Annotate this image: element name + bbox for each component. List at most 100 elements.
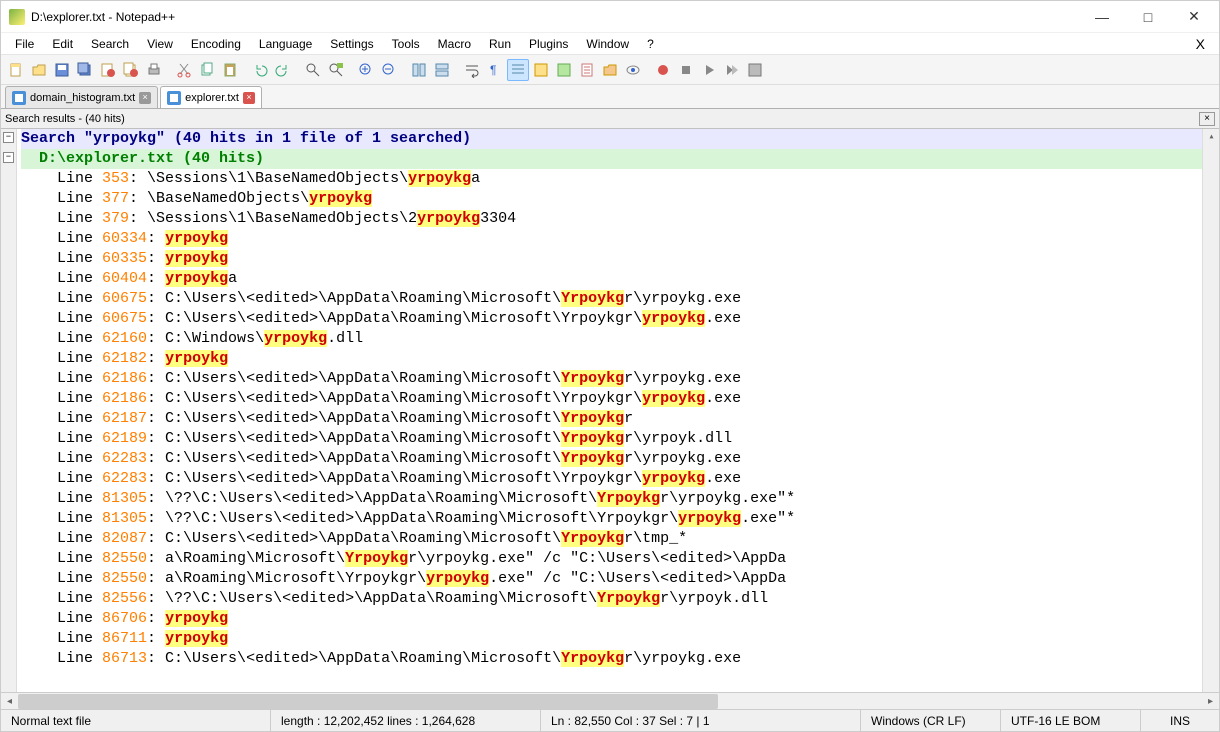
result-line[interactable]: Line 81305: \??\C:\Users\<edited>\AppDat… bbox=[21, 509, 1219, 529]
save-icon[interactable] bbox=[51, 59, 73, 81]
user-lang-icon[interactable] bbox=[530, 59, 552, 81]
menu-window[interactable]: Window bbox=[578, 35, 637, 53]
scroll-right-icon[interactable]: ▸ bbox=[1202, 694, 1219, 709]
play-macro-icon[interactable] bbox=[698, 59, 720, 81]
save-all-icon[interactable] bbox=[74, 59, 96, 81]
horizontal-scrollbar[interactable]: ◂ ▸ bbox=[1, 692, 1219, 709]
tab-label: explorer.txt bbox=[185, 92, 239, 104]
menu-language[interactable]: Language bbox=[251, 35, 320, 53]
result-line[interactable]: Line 60675: C:\Users\<edited>\AppData\Ro… bbox=[21, 309, 1219, 329]
result-line[interactable]: Line 82550: a\Roaming\Microsoft\Yrpoykgr… bbox=[21, 549, 1219, 569]
fold-toggle-icon[interactable]: − bbox=[3, 152, 14, 163]
status-insert-mode[interactable]: INS bbox=[1141, 710, 1219, 731]
save-macro-icon[interactable] bbox=[744, 59, 766, 81]
search-summary-line[interactable]: Search "yrpoykg" (40 hits in 1 file of 1… bbox=[21, 129, 1219, 149]
undo-icon[interactable] bbox=[249, 59, 271, 81]
result-line[interactable]: Line 62187: C:\Users\<edited>\AppData\Ro… bbox=[21, 409, 1219, 429]
monitor-icon[interactable] bbox=[622, 59, 644, 81]
scroll-up-icon[interactable]: ▴ bbox=[1203, 129, 1219, 146]
stop-macro-icon[interactable] bbox=[675, 59, 697, 81]
menu-edit[interactable]: Edit bbox=[44, 35, 81, 53]
result-line[interactable]: Line 60404: yrpoykga bbox=[21, 269, 1219, 289]
tab-explorer[interactable]: explorer.txt × bbox=[160, 86, 262, 108]
menu-run[interactable]: Run bbox=[481, 35, 519, 53]
status-encoding[interactable]: UTF-16 LE BOM bbox=[1001, 710, 1141, 731]
print-icon[interactable] bbox=[143, 59, 165, 81]
result-line[interactable]: Line 82556: \??\C:\Users\<edited>\AppDat… bbox=[21, 589, 1219, 609]
result-line[interactable]: Line 62283: C:\Users\<edited>\AppData\Ro… bbox=[21, 449, 1219, 469]
new-file-icon[interactable] bbox=[5, 59, 27, 81]
cut-icon[interactable] bbox=[173, 59, 195, 81]
result-line[interactable]: Line 82550: a\Roaming\Microsoft\Yrpoykgr… bbox=[21, 569, 1219, 589]
sync-hscroll-icon[interactable] bbox=[431, 59, 453, 81]
show-all-chars-icon[interactable]: ¶ bbox=[484, 59, 506, 81]
maximize-button[interactable]: □ bbox=[1125, 2, 1171, 32]
window-title: D:\explorer.txt - Notepad++ bbox=[31, 10, 1079, 24]
copy-icon[interactable] bbox=[196, 59, 218, 81]
zoom-out-icon[interactable] bbox=[378, 59, 400, 81]
menu-file[interactable]: File bbox=[7, 35, 42, 53]
tab-bar: domain_histogram.txt × explorer.txt × bbox=[1, 85, 1219, 109]
status-eol[interactable]: Windows (CR LF) bbox=[861, 710, 1001, 731]
app-icon bbox=[9, 9, 25, 25]
close-button[interactable]: ✕ bbox=[1171, 2, 1217, 32]
result-line[interactable]: Line 62182: yrpoykg bbox=[21, 349, 1219, 369]
record-macro-icon[interactable] bbox=[652, 59, 674, 81]
menu-search[interactable]: Search bbox=[83, 35, 137, 53]
file-summary-line[interactable]: D:\explorer.txt (40 hits) bbox=[21, 149, 1219, 169]
result-line[interactable]: Line 377: \BaseNamedObjects\yrpoykg bbox=[21, 189, 1219, 209]
menu-plugins[interactable]: Plugins bbox=[521, 35, 576, 53]
menu-macro[interactable]: Macro bbox=[430, 35, 479, 53]
find-icon[interactable] bbox=[302, 59, 324, 81]
doc-map-icon[interactable] bbox=[553, 59, 575, 81]
menu-help[interactable]: ? bbox=[639, 35, 662, 53]
zoom-in-icon[interactable] bbox=[355, 59, 377, 81]
result-line[interactable]: Line 62186: C:\Users\<edited>\AppData\Ro… bbox=[21, 389, 1219, 409]
vertical-scrollbar[interactable]: ▴ bbox=[1202, 129, 1219, 692]
result-line[interactable]: Line 60335: yrpoykg bbox=[21, 249, 1219, 269]
result-line[interactable]: Line 82087: C:\Users\<edited>\AppData\Ro… bbox=[21, 529, 1219, 549]
menu-tools[interactable]: Tools bbox=[384, 35, 428, 53]
replace-icon[interactable] bbox=[325, 59, 347, 81]
result-line[interactable]: Line 60334: yrpoykg bbox=[21, 229, 1219, 249]
window-controls: — □ ✕ bbox=[1079, 2, 1217, 32]
tab-domain-histogram[interactable]: domain_histogram.txt × bbox=[5, 86, 158, 108]
result-line[interactable]: Line 353: \Sessions\1\BaseNamedObjects\y… bbox=[21, 169, 1219, 189]
tab-close-icon[interactable]: × bbox=[243, 92, 255, 104]
result-line[interactable]: Line 62160: C:\Windows\yrpoykg.dll bbox=[21, 329, 1219, 349]
sync-vscroll-icon[interactable] bbox=[408, 59, 430, 81]
play-multi-icon[interactable] bbox=[721, 59, 743, 81]
result-line[interactable]: Line 81305: \??\C:\Users\<edited>\AppDat… bbox=[21, 489, 1219, 509]
menu-close-x[interactable]: X bbox=[1188, 36, 1213, 52]
tab-close-icon[interactable]: × bbox=[139, 92, 151, 104]
close-all-icon[interactable] bbox=[120, 59, 142, 81]
tab-label: domain_histogram.txt bbox=[30, 92, 135, 104]
close-file-icon[interactable] bbox=[97, 59, 119, 81]
title-bar: D:\explorer.txt - Notepad++ — □ ✕ bbox=[1, 1, 1219, 33]
result-line[interactable]: Line 62283: C:\Users\<edited>\AppData\Ro… bbox=[21, 469, 1219, 489]
minimize-button[interactable]: — bbox=[1079, 2, 1125, 32]
indent-guide-icon[interactable] bbox=[507, 59, 529, 81]
scroll-left-icon[interactable]: ◂ bbox=[1, 694, 18, 709]
result-line[interactable]: Line 379: \Sessions\1\BaseNamedObjects\2… bbox=[21, 209, 1219, 229]
paste-icon[interactable] bbox=[219, 59, 241, 81]
doc-list-icon[interactable] bbox=[576, 59, 598, 81]
fold-toggle-icon[interactable]: − bbox=[3, 132, 14, 143]
panel-close-icon[interactable]: × bbox=[1199, 112, 1215, 126]
wordwrap-icon[interactable] bbox=[461, 59, 483, 81]
menu-settings[interactable]: Settings bbox=[322, 35, 381, 53]
result-line[interactable]: Line 62186: C:\Users\<edited>\AppData\Ro… bbox=[21, 369, 1219, 389]
result-line[interactable]: Line 86711: yrpoykg bbox=[21, 629, 1219, 649]
search-results-pane[interactable]: − − ▴ Search "yrpoykg" (40 hits in 1 fil… bbox=[1, 129, 1219, 692]
menu-encoding[interactable]: Encoding bbox=[183, 35, 249, 53]
result-line[interactable]: Line 62189: C:\Users\<edited>\AppData\Ro… bbox=[21, 429, 1219, 449]
scrollbar-track[interactable] bbox=[18, 694, 1202, 709]
folder-icon[interactable] bbox=[599, 59, 621, 81]
open-file-icon[interactable] bbox=[28, 59, 50, 81]
redo-icon[interactable] bbox=[272, 59, 294, 81]
result-line[interactable]: Line 60675: C:\Users\<edited>\AppData\Ro… bbox=[21, 289, 1219, 309]
result-line[interactable]: Line 86706: yrpoykg bbox=[21, 609, 1219, 629]
menu-view[interactable]: View bbox=[139, 35, 181, 53]
scrollbar-thumb[interactable] bbox=[18, 694, 718, 709]
result-line[interactable]: Line 86713: C:\Users\<edited>\AppData\Ro… bbox=[21, 649, 1219, 669]
